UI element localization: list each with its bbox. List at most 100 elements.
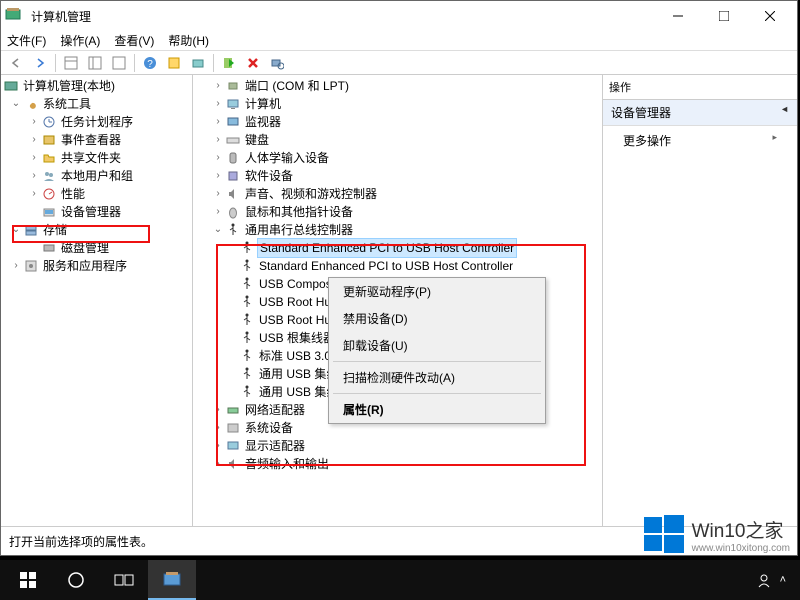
toolbar-scan-hardware-icon[interactable]	[266, 53, 288, 73]
sound-icon	[225, 186, 241, 202]
status-text: 打开当前选择项的属性表。	[9, 533, 153, 550]
window-title: 计算机管理	[31, 8, 655, 25]
context-disable-device[interactable]: 禁用设备(D)	[329, 305, 545, 332]
toolbar-uninstall-icon[interactable]	[242, 53, 264, 73]
tree-shared-folders[interactable]: ›共享文件夹	[1, 149, 192, 167]
menu-action[interactable]: 操作(A)	[60, 32, 100, 49]
menu-help[interactable]: 帮助(H)	[168, 32, 209, 49]
toolbar-help-icon[interactable]: ?	[139, 53, 161, 73]
maximize-button[interactable]	[701, 1, 747, 31]
cortana-button[interactable]	[52, 560, 100, 600]
forward-button[interactable]	[29, 53, 51, 73]
expand-icon[interactable]: ›	[27, 167, 41, 185]
tree-root[interactable]: 计算机管理(本地)	[1, 77, 192, 95]
menu-view[interactable]: 查看(V)	[114, 32, 154, 49]
actions-pane: 操作 设备管理器 更多操作▸	[602, 75, 797, 526]
expand-icon[interactable]: ⌄	[9, 221, 23, 239]
menu-file[interactable]: 文件(F)	[7, 32, 46, 49]
tree-disk-mgmt[interactable]: ›磁盘管理	[1, 239, 192, 257]
monitor-icon	[225, 114, 241, 130]
toolbar-enable-icon[interactable]	[218, 53, 240, 73]
app-icon	[5, 6, 25, 26]
tray-people-icon[interactable]	[756, 572, 772, 588]
toolbar-properties-icon[interactable]	[163, 53, 185, 73]
tree-system-tools[interactable]: ⌄ 系统工具	[1, 95, 192, 113]
port-icon	[225, 78, 241, 94]
usb-icon	[239, 294, 255, 310]
device-item[interactable]: Standard Enhanced PCI to USB Host Contro…	[193, 257, 602, 275]
usb-icon	[239, 330, 255, 346]
computer-icon	[225, 96, 241, 112]
device-category[interactable]: ›鼠标和其他指针设备	[193, 203, 602, 221]
services-icon	[23, 258, 39, 274]
usb-icon	[239, 258, 255, 274]
toolbar-detail-icon[interactable]	[108, 53, 130, 73]
taskbar: ˄	[0, 560, 800, 600]
expand-icon[interactable]: ›	[27, 185, 41, 203]
actions-title[interactable]: 设备管理器	[603, 100, 797, 126]
context-update-driver[interactable]: 更新驱动程序(P)	[329, 278, 545, 305]
device-category[interactable]: ›计算机	[193, 95, 602, 113]
tree-storage[interactable]: ⌄存储	[1, 221, 192, 239]
usb-icon	[239, 312, 255, 328]
minimize-button[interactable]	[655, 1, 701, 31]
tree-performance[interactable]: ›性能	[1, 185, 192, 203]
usb-icon	[239, 366, 255, 382]
task-view-button[interactable]	[100, 560, 148, 600]
toolbar-tree-icon[interactable]	[60, 53, 82, 73]
context-uninstall-device[interactable]: 卸载设备(U)	[329, 332, 545, 359]
device-category[interactable]: ›键盘	[193, 131, 602, 149]
actions-more[interactable]: 更多操作▸	[603, 126, 797, 155]
toolbar-scan-icon[interactable]	[187, 53, 209, 73]
audio-icon	[225, 456, 241, 472]
taskbar-app-button[interactable]	[148, 560, 196, 600]
expand-icon[interactable]: ›	[27, 131, 41, 149]
device-category[interactable]: ›端口 (COM 和 LPT)	[193, 77, 602, 95]
device-item[interactable]: Standard Enhanced PCI to USB Host Contro…	[193, 239, 602, 257]
close-button[interactable]	[747, 1, 793, 31]
clock-icon	[41, 114, 57, 130]
menu-bar: 文件(F) 操作(A) 查看(V) 帮助(H)	[1, 31, 797, 51]
context-scan-hardware[interactable]: 扫描检测硬件改动(A)	[329, 364, 545, 391]
event-icon	[41, 132, 57, 148]
watermark-url: www.win10xitong.com	[692, 543, 790, 554]
software-icon	[225, 168, 241, 184]
hid-icon	[225, 150, 241, 166]
device-category[interactable]: ›显示适配器	[193, 437, 602, 455]
keyboard-icon	[225, 132, 241, 148]
usb-icon	[239, 240, 255, 256]
storage-icon	[23, 222, 39, 238]
tree-device-manager[interactable]: ›设备管理器	[1, 203, 192, 221]
start-button[interactable]	[4, 560, 52, 600]
context-properties[interactable]: 属性(R)	[329, 396, 545, 423]
device-category[interactable]: ›人体学输入设备	[193, 149, 602, 167]
expand-icon[interactable]: ›	[9, 257, 23, 275]
folder-icon	[41, 150, 57, 166]
tray-chevron-icon[interactable]: ˄	[780, 574, 786, 586]
device-category[interactable]: ›声音、视频和游戏控制器	[193, 185, 602, 203]
back-button[interactable]	[5, 53, 27, 73]
tree-local-users[interactable]: ›本地用户和组	[1, 167, 192, 185]
tree-services[interactable]: ›服务和应用程序	[1, 257, 192, 275]
usb-icon	[239, 384, 255, 400]
device-usb-controllers[interactable]: ⌄通用串行总线控制器	[193, 221, 602, 239]
left-tree-pane[interactable]: 计算机管理(本地) ⌄ 系统工具 ›任务计划程序 ›事件查看器 ›共享文件夹 ›…	[1, 75, 193, 526]
toolbar-list-icon[interactable]	[84, 53, 106, 73]
users-icon	[41, 168, 57, 184]
disk-icon	[41, 240, 57, 256]
usb-icon	[239, 276, 255, 292]
network-icon	[225, 402, 241, 418]
expand-icon[interactable]: ›	[27, 113, 41, 131]
svg-text:?: ?	[147, 59, 153, 70]
expand-icon[interactable]: ⌄	[9, 95, 23, 113]
collapse-icon[interactable]: ⌄	[211, 221, 225, 239]
tree-event-viewer[interactable]: ›事件查看器	[1, 131, 192, 149]
display-icon	[225, 438, 241, 454]
usb-icon	[225, 222, 241, 238]
device-category[interactable]: ›监视器	[193, 113, 602, 131]
expand-icon[interactable]: ›	[27, 149, 41, 167]
toolbar: ?	[1, 51, 797, 75]
tree-task-scheduler[interactable]: ›任务计划程序	[1, 113, 192, 131]
device-category[interactable]: ›音频输入和输出	[193, 455, 602, 473]
device-category[interactable]: ›软件设备	[193, 167, 602, 185]
